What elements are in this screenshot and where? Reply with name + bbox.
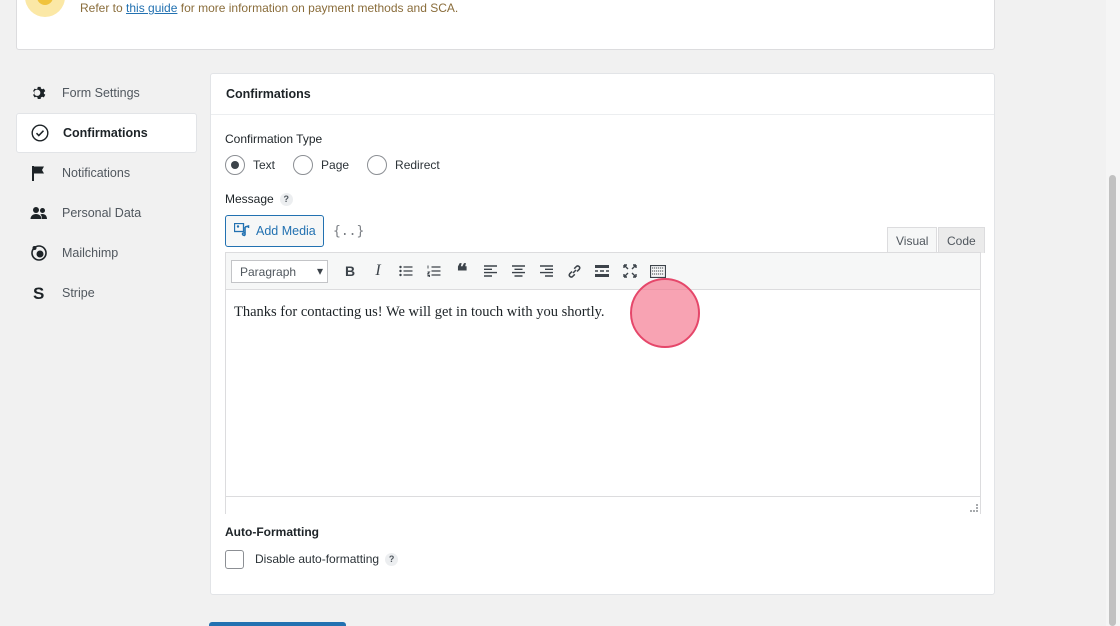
bold-icon[interactable]: B — [336, 257, 364, 285]
flag-icon — [30, 164, 48, 182]
warning-icon — [25, 0, 65, 17]
align-center-icon[interactable] — [504, 257, 532, 285]
media-icon — [233, 222, 250, 240]
message-textarea[interactable]: Thanks for contacting us! We will get in… — [226, 290, 980, 496]
read-more-icon[interactable] — [588, 257, 616, 285]
svg-text:S: S — [33, 284, 44, 302]
tab-code[interactable]: Code — [938, 227, 985, 253]
notice-text: Refer to this guide for more information… — [80, 1, 459, 15]
sidebar-item-stripe[interactable]: S Stripe — [16, 273, 197, 313]
align-right-icon[interactable] — [532, 257, 560, 285]
radio-option-page[interactable]: Page — [293, 155, 349, 175]
radio-redirect[interactable] — [367, 155, 388, 175]
tab-visual[interactable]: Visual — [887, 227, 938, 253]
help-icon[interactable]: ? — [279, 193, 293, 206]
italic-icon[interactable]: I — [364, 257, 392, 285]
align-left-icon[interactable] — [476, 257, 504, 285]
add-media-button[interactable]: Add Media — [225, 215, 324, 247]
editor-statusbar — [226, 496, 980, 514]
sidebar-item-mailchimp[interactable]: Mailchimp — [16, 233, 197, 273]
sidebar-item-notifications[interactable]: Notifications — [16, 153, 197, 193]
blockquote-icon[interactable]: ❝ — [448, 257, 476, 285]
sidebar-item-confirmations[interactable]: Confirmations — [16, 113, 197, 153]
confirmation-type-radios: Text Page Redirect — [225, 155, 458, 175]
settings-sidebar: Form Settings Confirmations Notification… — [16, 73, 197, 313]
link-icon[interactable] — [560, 257, 588, 285]
message-editor: Paragraph B I ❝ — [225, 252, 981, 514]
save-button[interactable] — [209, 622, 346, 626]
merge-tags-button[interactable]: {..} — [333, 224, 364, 239]
radio-text[interactable] — [225, 155, 245, 175]
bullet-list-icon[interactable] — [392, 257, 420, 285]
resize-handle[interactable] — [970, 504, 978, 512]
check-circle-icon — [31, 124, 49, 142]
help-icon[interactable]: ? — [385, 553, 399, 566]
mailchimp-icon — [30, 244, 48, 262]
users-icon — [30, 204, 48, 222]
fullscreen-icon[interactable] — [616, 257, 644, 285]
message-label: Message? — [225, 192, 293, 206]
radio-option-redirect[interactable]: Redirect — [367, 155, 440, 175]
sidebar-item-form-settings[interactable]: Form Settings — [16, 73, 197, 113]
radio-option-text[interactable]: Text — [225, 155, 275, 175]
guide-link[interactable]: this guide — [126, 1, 177, 15]
page-scrollbar-thumb[interactable] — [1109, 175, 1116, 626]
format-select[interactable]: Paragraph — [231, 259, 328, 283]
editor-toolbar: Paragraph B I ❝ — [226, 253, 980, 290]
disable-auto-formatting-label: Disable auto-formatting? — [255, 552, 399, 566]
panel-title: Confirmations — [211, 74, 994, 115]
click-indicator — [630, 278, 700, 348]
auto-formatting-label: Auto-Formatting — [225, 525, 319, 539]
numbered-list-icon[interactable] — [420, 257, 448, 285]
confirmation-type-label: Confirmation Type — [225, 132, 323, 146]
gear-icon — [30, 84, 48, 102]
disable-auto-formatting-checkbox[interactable] — [225, 550, 244, 569]
radio-page[interactable] — [293, 155, 314, 175]
stripe-icon: S — [30, 284, 48, 302]
confirmations-panel: Confirmations Confirmation Type Text Pag… — [210, 73, 995, 595]
sca-notice: Refer to this guide for more information… — [16, 0, 995, 50]
sidebar-item-personal-data[interactable]: Personal Data — [16, 193, 197, 233]
